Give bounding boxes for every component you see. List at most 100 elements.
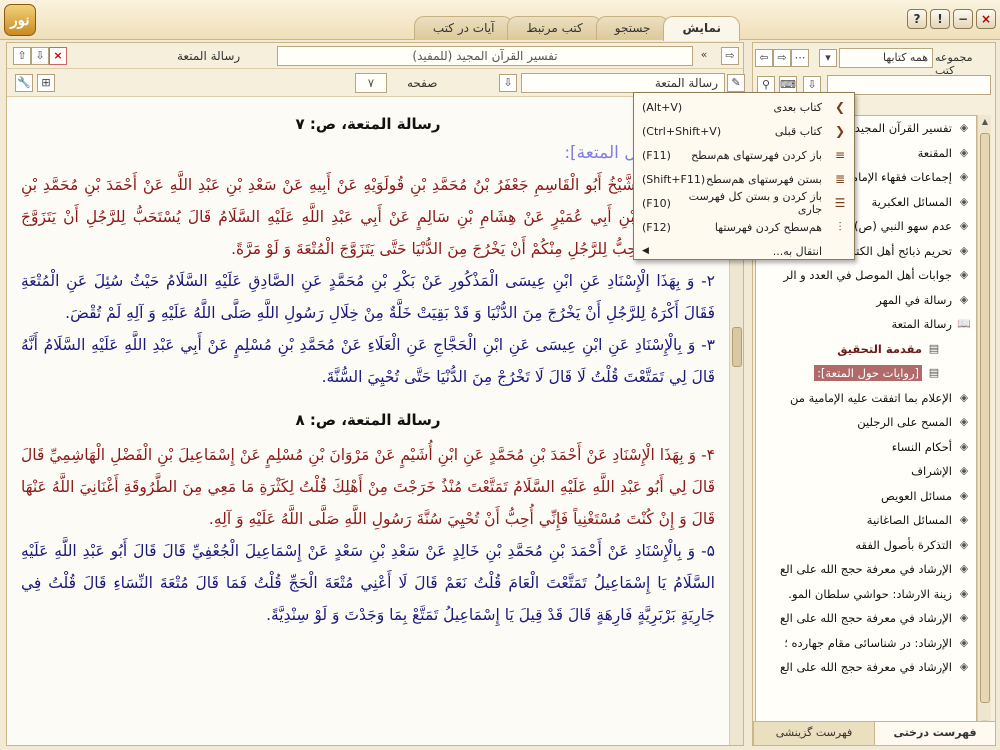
book-back-icon: ❮ — [834, 124, 846, 138]
section-down-icon[interactable]: ⇩ — [499, 74, 517, 92]
menu-previous-book[interactable]: ❮ کتاب قبلی (Ctrl+Shift+V) — [634, 119, 854, 143]
tab-display[interactable]: نمایش — [663, 16, 740, 41]
closed-book-icon: ◈ — [959, 415, 969, 429]
closed-book-icon: ◈ — [959, 219, 969, 233]
closed-book-icon: ◈ — [959, 635, 969, 649]
tree-item[interactable]: ◈ الإرشاد في معرفة حجج الله على الع — [756, 606, 976, 631]
tree-item-open[interactable]: 📖 رسالة المتعة — [756, 312, 976, 337]
tree-scrollbar[interactable]: ▲ ▼ — [977, 115, 991, 735]
tree-item[interactable]: ◈ الإرشاد في معرفة حجج الله على الع — [756, 557, 976, 582]
tree-item[interactable]: ◈ جوابات أهل الموصل في العدد و الر — [756, 263, 976, 288]
page-icon: ▤ — [928, 341, 940, 355]
tree-item[interactable]: ◈ الإرشاد في معرفة حجج الله على الع — [756, 655, 976, 680]
closed-book-icon: ◈ — [959, 194, 969, 208]
tree-child-item-selected[interactable]: ▤ [روايات حول المتعة]: — [756, 361, 976, 386]
tab-related-books[interactable]: کتب مرتبط — [507, 16, 602, 40]
tree-item[interactable]: ◈ زينة الارشاد: حواشي سلطان المو. — [756, 582, 976, 607]
closed-book-icon: ◈ — [959, 464, 969, 478]
closed-book-icon: ◈ — [959, 145, 969, 159]
book-forward-icon: ❯ — [834, 100, 846, 114]
closed-book-icon: ◈ — [959, 121, 969, 135]
tree-item[interactable]: ◈ المسح على الرجلين — [756, 410, 976, 435]
tree-item[interactable]: ◈ الإعلام بما اتفقت عليه الإمامية من — [756, 386, 976, 411]
tree-item[interactable]: ◈ الإشراف — [756, 459, 976, 484]
tab-search[interactable]: جستجو — [595, 16, 670, 40]
hadith-paragraph: ۱- أَخْبَرَنِي الشَّيْخُ أَبُو الْقَاسِم… — [21, 176, 715, 258]
page-title-8: رسالة المتعة، ص: ۸ — [295, 411, 441, 429]
scroll-up-icon[interactable]: ▲ — [979, 117, 991, 131]
back-icon[interactable]: ⇦ — [755, 49, 773, 67]
menu-goto[interactable]: انتقال به... ◀ — [634, 239, 854, 263]
toggle-all-icon: ☰ — [834, 196, 846, 210]
closed-book-icon: ◈ — [959, 268, 969, 282]
menu-next-book[interactable]: ❯ کتاب بعدی (Alt+V) — [634, 95, 854, 119]
wrench-icon[interactable]: 🔧 — [15, 74, 33, 92]
closed-book-icon: ◈ — [959, 513, 969, 527]
book-text: رسالة المتعة، ص: ۷ [روايات حول المتعة]: … — [7, 97, 729, 745]
tree-item[interactable]: ◈ رسالة في المهر — [756, 288, 976, 313]
tab-verses-in-books[interactable]: آیات در کتب — [413, 16, 514, 40]
hadith-paragraph: ۳- وَ بِالْإِسْنَادِ عَنِ ابْنِ عِيسَى ع… — [21, 336, 715, 386]
book-nav-row: × ⇩ ⇧ رسالة المتعة « تفسير القرآن المجيد… — [7, 43, 743, 69]
menu-expand-level[interactable]: ≡ باز کردن فهرستهای هم‌سطح (F11) — [634, 143, 854, 167]
main-tabs: نمایش جستجو کتب مرتبط آیات در کتب — [413, 16, 740, 41]
close-button[interactable]: × — [976, 9, 996, 29]
info-button[interactable]: ! — [930, 9, 950, 29]
layout-icon[interactable]: ⊞ — [37, 74, 55, 92]
scroll-thumb[interactable] — [732, 327, 742, 367]
align-level-icon: ⫶ — [838, 219, 842, 234]
hadith-paragraph: ۲- وَ بِهَذَا الْإِسْنَادِ عَنِ ابْنِ عِ… — [21, 272, 715, 322]
collection-select[interactable]: همه کتابها — [839, 48, 933, 68]
closed-book-icon: ◈ — [959, 243, 969, 257]
tree-child-item[interactable]: ▤ مقدمة التحقيق — [756, 337, 976, 362]
tree-item[interactable]: ◈ الإرشاد: در شناسائى مقام جهارده ؛ — [756, 631, 976, 656]
menu-collapse-level[interactable]: ≣ بستن فهرستهای هم‌سطح (Shift+F11) — [634, 167, 854, 191]
closed-book-icon: ◈ — [959, 660, 969, 674]
section-selector[interactable]: رسالة المتعة — [521, 73, 725, 93]
forward-icon[interactable]: ⇨ — [773, 49, 791, 67]
submenu-arrow-icon: ◀ — [642, 246, 649, 256]
tree-item[interactable]: ◈ أحكام النساء — [756, 435, 976, 460]
tree-tabs: فهرست درختی فهرست گزینشی — [753, 721, 995, 745]
tree-item[interactable]: ◈ مسائل العويص — [756, 484, 976, 509]
window-buttons: ? ! − × — [907, 9, 996, 29]
hadith-paragraph: ۵- وَ بِالْإِسْنَادِ عَنْ أَحْمَدَ بْنِ … — [21, 542, 715, 624]
arrow-down-icon[interactable]: ⇩ — [31, 47, 49, 65]
tree-item[interactable]: ◈ المسائل الصاغانية — [756, 508, 976, 533]
closed-book-icon: ◈ — [959, 170, 969, 184]
dropdown-icon[interactable]: ▾ — [819, 49, 837, 67]
collapse-level-icon: ≣ — [834, 172, 846, 186]
arrow-up-icon[interactable]: ⇧ — [13, 47, 31, 65]
collection-label: مجموعه کتب — [935, 51, 973, 77]
app-logo-icon[interactable]: نور — [4, 4, 36, 36]
closed-book-icon: ◈ — [959, 562, 969, 576]
close-book-icon[interactable]: × — [49, 47, 67, 65]
menu-align-level[interactable]: ⫶ هم‌سطح کردن فهرستها (F12) — [634, 215, 854, 239]
help-button[interactable]: ? — [907, 9, 927, 29]
title-bar: نور نمایش جستجو کتب مرتبط آیات در کتب ? … — [0, 0, 1000, 41]
tree-context-menu: ❯ کتاب بعدی (Alt+V) ❮ کتاب قبلی (Ctrl+Sh… — [633, 92, 855, 260]
expand-level-icon: ≡ — [834, 148, 846, 162]
menu-toggle-all[interactable]: ☰ باز کردن و بستن کل فهرست جاری (F10) — [634, 190, 854, 216]
closed-book-icon: ◈ — [959, 611, 969, 625]
more-icon[interactable]: ⋯ — [791, 49, 809, 67]
open-book-icon: 📖 — [957, 317, 971, 331]
page-icon: ▤ — [928, 366, 940, 380]
bookmark-icon[interactable]: ✎ — [727, 74, 745, 92]
hadith-paragraph: ۴- وَ بِهَذَا الْإِسْنَادِ عَنْ أَحْمَدَ… — [21, 446, 715, 528]
closed-book-icon: ◈ — [959, 586, 969, 600]
double-chevron-icon[interactable]: « — [695, 47, 713, 65]
page-number-field[interactable]: ۷ — [355, 73, 387, 93]
closed-book-icon: ◈ — [959, 439, 969, 453]
book-selector[interactable]: تفسير القرآن المجيد (للمفيد) — [277, 46, 693, 66]
closed-book-icon: ◈ — [959, 537, 969, 551]
tab-selective-index[interactable]: فهرست گزینشی — [753, 722, 874, 745]
tree-item[interactable]: ◈ التذكرة بأصول الفقه — [756, 533, 976, 558]
tree-scroll-thumb[interactable] — [980, 133, 990, 703]
next-arrow-icon[interactable]: ⇨ — [721, 47, 739, 65]
page-label: صفحه — [407, 76, 438, 90]
minimize-button[interactable]: − — [953, 9, 973, 29]
closed-book-icon: ◈ — [959, 390, 969, 404]
tab-tree-index[interactable]: فهرست درختی — [874, 722, 995, 745]
page-title-7: رسالة المتعة، ص: ۷ — [295, 115, 441, 133]
